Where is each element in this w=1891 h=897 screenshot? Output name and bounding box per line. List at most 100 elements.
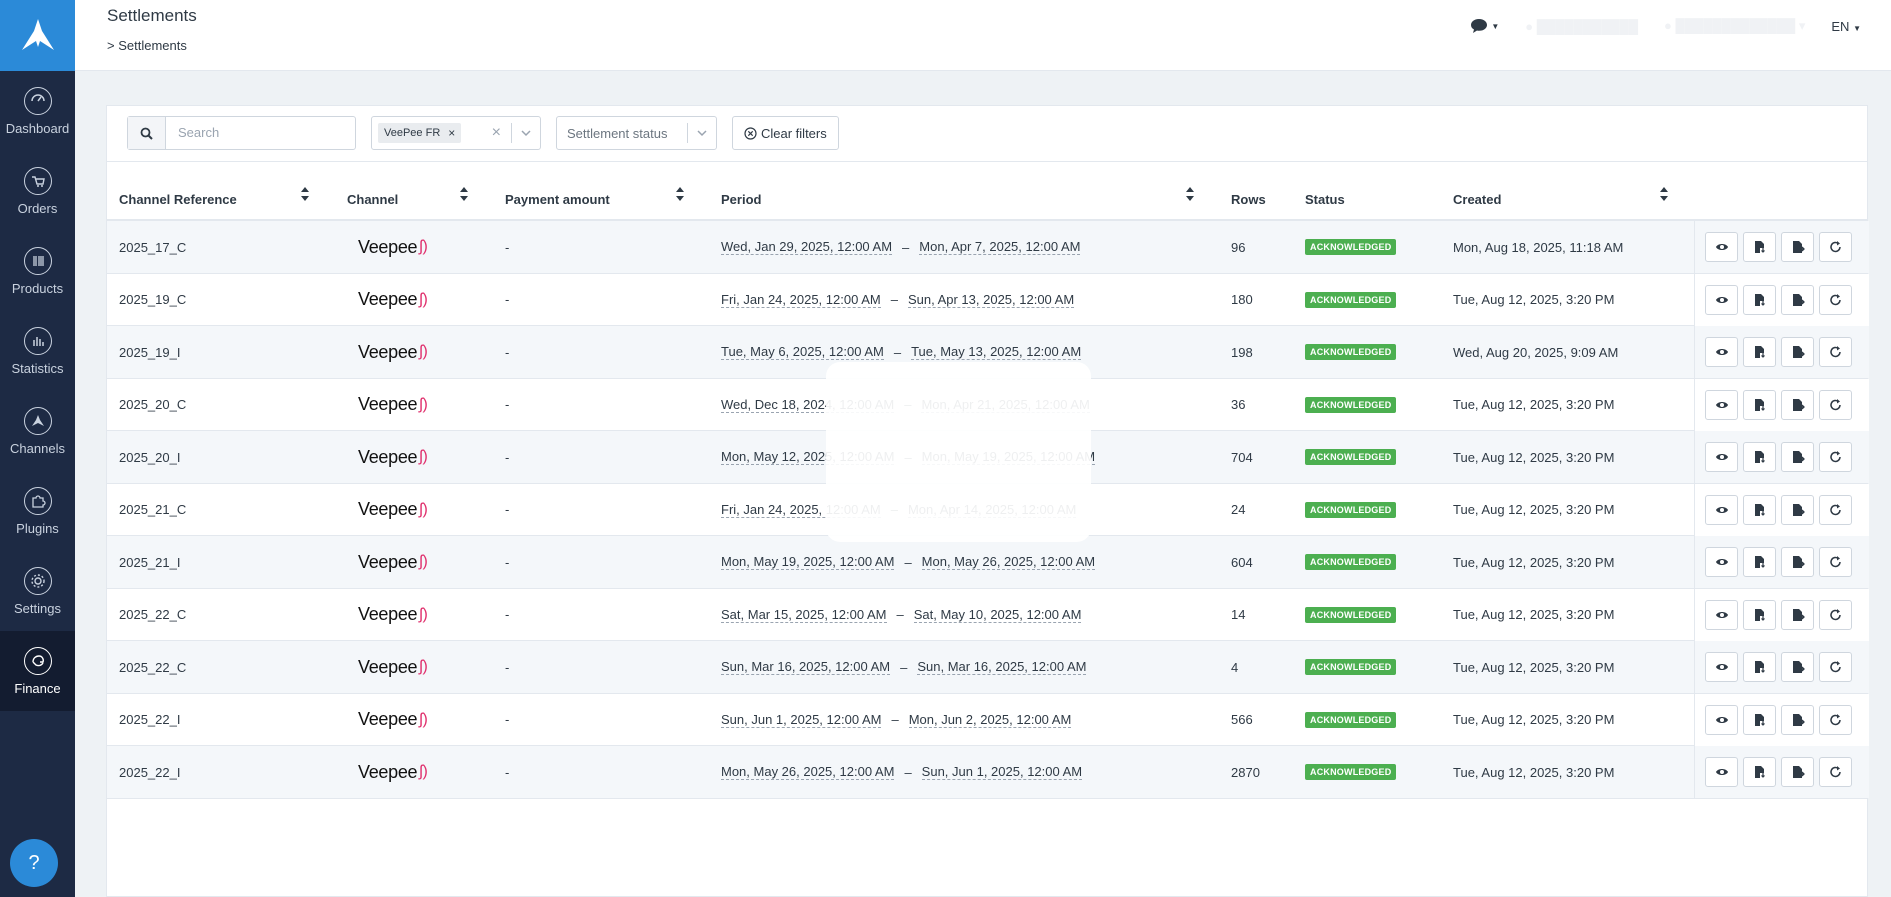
download-file-button[interactable] (1743, 337, 1776, 367)
search-field[interactable]: Search (127, 116, 356, 150)
sidebar-item-products[interactable]: Products (0, 231, 75, 311)
chat-menu[interactable]: ▼ (1470, 18, 1499, 34)
export-file-button[interactable] (1781, 494, 1814, 525)
sidebar-item-orders[interactable]: Orders (0, 151, 75, 231)
chevron-down-icon[interactable] (697, 128, 707, 138)
col-channel-reference[interactable]: Channel Reference (119, 192, 237, 207)
export-file-button[interactable] (1781, 442, 1814, 472)
eye-icon (1715, 349, 1728, 355)
channel-logo: Veepee ʃ) (358, 641, 428, 693)
download-file-button[interactable] (1743, 652, 1776, 682)
sidebar-item-finance[interactable]: Finance (0, 631, 75, 711)
download-file-button[interactable] (1743, 704, 1776, 735)
download-file-button[interactable] (1743, 442, 1776, 472)
refresh-icon (1829, 451, 1841, 463)
refresh-button[interactable] (1819, 389, 1852, 420)
col-created[interactable]: Created (1453, 192, 1501, 207)
search-button[interactable] (128, 117, 166, 149)
clear-filters-button[interactable]: Clear filters (732, 116, 839, 150)
download-file-button[interactable] (1743, 547, 1776, 577)
refresh-button[interactable] (1819, 547, 1852, 577)
download-file-button[interactable] (1743, 232, 1776, 262)
view-button[interactable] (1705, 337, 1738, 367)
sidebar-item-plugins[interactable]: Plugins (0, 471, 75, 551)
clear-select-icon[interactable]: × (492, 124, 501, 142)
view-button[interactable] (1705, 442, 1738, 472)
download-file-button[interactable] (1743, 389, 1776, 420)
sort-icon[interactable] (1186, 187, 1194, 201)
download-file-button[interactable] (1743, 494, 1776, 525)
view-button[interactable] (1705, 232, 1738, 262)
sort-icon[interactable] (301, 187, 309, 201)
refresh-button[interactable] (1819, 599, 1852, 630)
col-rows[interactable]: Rows (1231, 192, 1266, 207)
refresh-button[interactable] (1819, 232, 1852, 262)
view-button[interactable] (1705, 547, 1738, 577)
user-store-menu[interactable]: ● ███████████ (1525, 19, 1638, 34)
table-row[interactable]: 2025_22_C Veepee ʃ) - Sun, Mar 16, 2025, 12:… (107, 641, 1869, 694)
col-status[interactable]: Status (1305, 192, 1345, 207)
sidebar: Dashboard Orders Products Statistics Channel… (0, 0, 75, 897)
cell-channel-reference: 2025_19_I (119, 344, 181, 360)
refresh-button[interactable] (1819, 757, 1852, 787)
export-file-button[interactable] (1781, 232, 1814, 262)
col-payment-amount[interactable]: Payment amount (505, 192, 610, 207)
view-button[interactable] (1705, 494, 1738, 525)
download-file-button[interactable] (1743, 599, 1776, 630)
cell-rows: 704 (1231, 449, 1253, 465)
file-download-icon (1754, 556, 1766, 568)
table-row[interactable]: 2025_22_C Veepee ʃ) - Sat, Mar 15, 2025, 12:… (107, 588, 1869, 641)
sidebar-item-settings[interactable]: Settings (0, 551, 75, 631)
export-file-button[interactable] (1781, 389, 1814, 420)
status-select[interactable]: Settlement status (556, 116, 717, 150)
table-row[interactable]: 2025_21_I Veepee ʃ) - Mon, May 19, 2025, 12:… (107, 536, 1869, 589)
view-button[interactable] (1705, 389, 1738, 420)
export-file-button[interactable] (1781, 757, 1814, 787)
download-file-button[interactable] (1743, 757, 1776, 787)
refresh-button[interactable] (1819, 494, 1852, 525)
chevron-down-icon[interactable] (521, 128, 531, 138)
sidebar-nav: Dashboard Orders Products Statistics Channel… (0, 71, 75, 711)
refresh-button[interactable] (1819, 652, 1852, 682)
refresh-button[interactable] (1819, 704, 1852, 735)
help-button[interactable]: ? (10, 839, 58, 887)
sort-icon[interactable] (460, 187, 468, 201)
col-period[interactable]: Period (721, 192, 761, 207)
sidebar-item-dashboard[interactable]: Dashboard (0, 71, 75, 151)
sort-icon[interactable] (676, 187, 684, 201)
view-button[interactable] (1705, 704, 1738, 735)
sidebar-item-channels[interactable]: Channels (0, 391, 75, 471)
table-row[interactable]: 2025_22_I Veepee ʃ) - Sun, Jun 1, 2025, 12:0… (107, 693, 1869, 746)
col-channel[interactable]: Channel (347, 192, 398, 207)
refresh-button[interactable] (1819, 337, 1852, 367)
view-button[interactable] (1705, 284, 1738, 315)
view-button[interactable] (1705, 757, 1738, 787)
channel-select[interactable]: VeePee FR × × (371, 116, 541, 150)
view-button[interactable] (1705, 599, 1738, 630)
view-button[interactable] (1705, 652, 1738, 682)
chip-remove-icon[interactable]: × (448, 126, 455, 140)
export-file-button[interactable] (1781, 547, 1814, 577)
refresh-button[interactable] (1819, 284, 1852, 315)
table-row[interactable]: 2025_19_C Veepee ʃ) - Fri, Jan 24, 2025, 12:… (107, 273, 1869, 326)
cell-channel-reference: 2025_17_C (119, 239, 187, 255)
export-file-button[interactable] (1781, 599, 1814, 630)
sidebar-item-statistics[interactable]: Statistics (0, 311, 75, 391)
export-file-button[interactable] (1781, 337, 1814, 367)
export-file-button[interactable] (1781, 704, 1814, 735)
export-file-button[interactable] (1781, 284, 1814, 315)
user-account-menu[interactable]: ● █████████████ ▾ (1664, 18, 1805, 34)
export-file-button[interactable] (1781, 652, 1814, 682)
download-file-button[interactable] (1743, 284, 1776, 315)
cell-channel-reference: 2025_21_C (119, 502, 187, 517)
language-select[interactable]: EN ▼ (1831, 19, 1861, 34)
app-logo[interactable] (0, 0, 75, 71)
refresh-button[interactable] (1819, 442, 1852, 472)
table-row[interactable]: 2025_17_C Veepee ʃ) - Wed, Jan 29, 2025, 12:… (107, 221, 1869, 274)
table-row[interactable]: 2025_22_I Veepee ʃ) - Mon, May 26, 2025, 12:… (107, 746, 1869, 799)
file-export-icon (1792, 766, 1805, 778)
cell-rows: 604 (1231, 554, 1253, 570)
search-input[interactable]: Search (166, 117, 219, 149)
refresh-icon (1829, 661, 1841, 673)
sort-icon[interactable] (1660, 187, 1668, 201)
